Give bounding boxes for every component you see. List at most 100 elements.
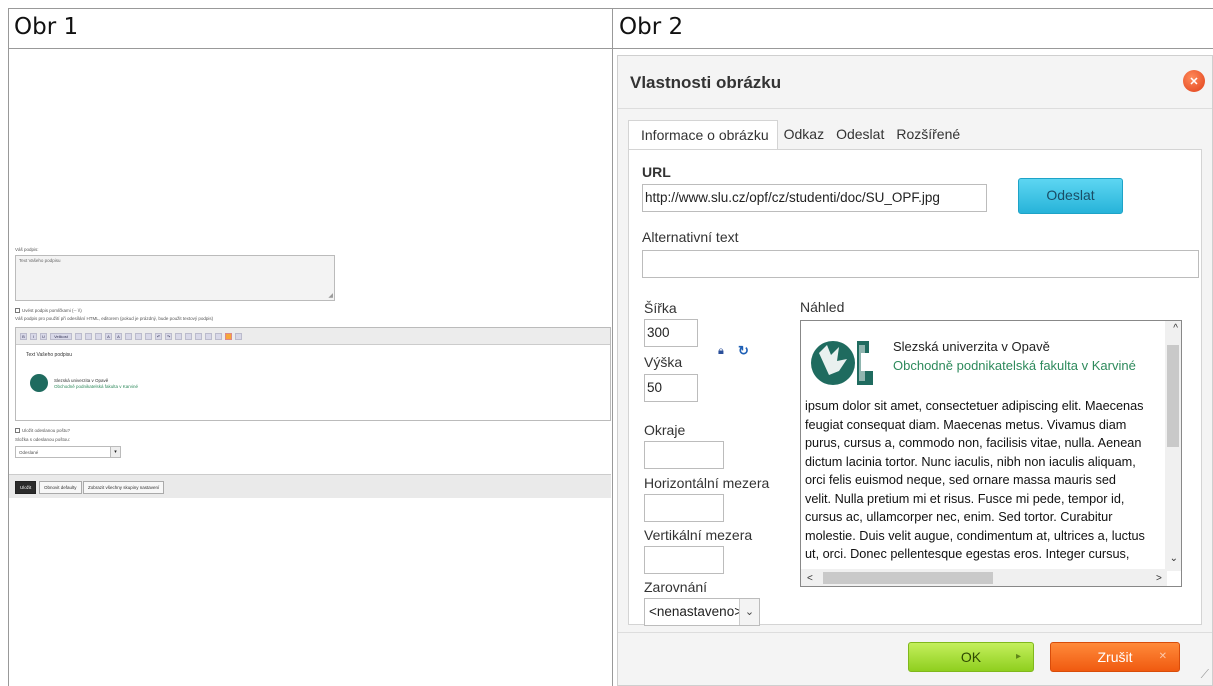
university-logo	[30, 374, 48, 392]
preview-text: ipsum dolor sit amet, consectetuer adipi…	[805, 397, 1171, 564]
ok-button[interactable]: OK ▸	[908, 642, 1034, 672]
align-right-icon[interactable]	[145, 332, 152, 340]
scroll-left-icon[interactable]: <	[807, 573, 813, 584]
separate-signature-label: Uvést podpis pomlčkami (-- \\)	[22, 308, 82, 313]
signature-textarea[interactable]: Text Vašeho podpisu ◢	[15, 255, 335, 301]
sent-folder-value: Odeslané	[19, 450, 39, 455]
redo-icon[interactable]: ↷	[165, 332, 172, 340]
link-icon[interactable]	[175, 332, 182, 340]
vertical-scroll-thumb[interactable]	[1167, 345, 1179, 447]
vspace-label: Vertikální mezera	[644, 527, 753, 543]
alt-text-input[interactable]	[642, 250, 1199, 278]
signature-label: Váš podpis:	[15, 247, 39, 252]
height-input[interactable]: 50	[644, 374, 698, 402]
text-color-icon[interactable]: A	[105, 332, 112, 340]
undo-icon[interactable]: ↶	[155, 332, 162, 340]
signature-textarea-value: Text Vašeho podpisu	[19, 258, 61, 263]
preview-university-name: Slezská univerzita v Opavě	[893, 339, 1050, 354]
align-label: Zarovnání	[644, 579, 708, 595]
html-signature-editor[interactable]: B I U Velikost A A ↶ ↷ Text Vašeho podpi…	[15, 327, 611, 421]
save-sent-checkbox[interactable]	[15, 428, 20, 433]
tab-link[interactable]: Odkaz	[778, 120, 830, 150]
column-header-obr2: Obr 2	[619, 14, 684, 40]
html-signature-hint: Váš podpis pro použití při odesílání HTM…	[15, 316, 214, 321]
chevron-down-icon: ▾	[110, 447, 120, 457]
preview-line: orci felis euismod neque, sed ornare mas…	[805, 473, 1116, 487]
align-select-value: <nenastaveno>	[649, 604, 743, 619]
preview-horizontal-scrollbar[interactable]	[801, 569, 1167, 586]
tab-image-info[interactable]: Informace o obrázku	[628, 120, 778, 150]
underline-icon[interactable]: U	[40, 332, 47, 340]
table-icon[interactable]	[205, 332, 212, 340]
preview-line: purus, cursus a, commodo non, facilisis …	[805, 436, 1142, 450]
lock-ratio-icon[interactable]: 🔒︎	[718, 345, 724, 358]
separate-signature-checkbox[interactable]	[15, 308, 20, 313]
arrow-right-icon: ▸	[1015, 651, 1021, 662]
font-size-select[interactable]: Velikost	[50, 332, 72, 340]
scroll-down-icon[interactable]: ⌄	[1170, 553, 1178, 564]
sent-folder-label: Složka s odeslanou poštou:	[15, 437, 71, 442]
send-button[interactable]: Odeslat	[1018, 178, 1123, 214]
bg-color-icon[interactable]: A	[115, 332, 122, 340]
vspace-input[interactable]	[644, 546, 724, 574]
reset-defaults-button[interactable]: Obnovit defaulty	[39, 481, 82, 494]
resize-grip-icon[interactable]: ⟋	[1201, 667, 1209, 682]
editor-heading: Text Vašeho podpisu	[26, 352, 73, 358]
close-small-icon: ✕	[1158, 651, 1167, 662]
preview-line: molestie. Duis velit augue, condimentum …	[805, 528, 1145, 543]
editor-toolbar: B I U Velikost A A ↶ ↷	[16, 328, 610, 345]
save-sent-label: Uložit odeslanou poštu?	[22, 428, 71, 433]
paste-icon[interactable]	[75, 332, 82, 340]
bold-icon[interactable]: B	[20, 332, 27, 340]
source-icon[interactable]	[235, 332, 242, 340]
show-all-groups-button[interactable]: Zobrazit všechny skupiny nastavení	[83, 481, 165, 494]
preview-line: ipsum dolor sit amet, consectetuer adipi…	[805, 399, 1144, 413]
ok-button-label: OK	[960, 649, 982, 665]
horizontal-scroll-thumb[interactable]	[823, 572, 993, 584]
height-label: Výška	[644, 354, 683, 370]
preview-faculty-name: Obchodně podnikatelská fakulta v Karviné	[893, 358, 1136, 373]
list-icon[interactable]	[85, 332, 92, 340]
preview-line: ut, orci. Donec pellentesque egestas ero…	[805, 547, 1130, 561]
preview-line: velit. Nulla pretium mi et risus. Fusce …	[805, 491, 1125, 506]
settings-action-bar: Uložit Obnovit defaulty Zobrazit všechny…	[9, 474, 611, 498]
close-icon[interactable]: ✕	[1183, 70, 1205, 92]
scroll-up-icon[interactable]: ^	[1173, 323, 1178, 334]
width-input[interactable]: 300	[644, 319, 698, 347]
preview-box[interactable]: Slezská univerzita v Opavě Obchodně podn…	[800, 320, 1182, 587]
italic-icon[interactable]: I	[30, 332, 37, 340]
smiley-icon[interactable]	[225, 332, 232, 340]
resize-grip-icon[interactable]: ◢	[328, 292, 333, 299]
save-button[interactable]: Uložit	[15, 481, 37, 494]
align-center-icon[interactable]	[135, 332, 142, 340]
unlink-icon[interactable]	[185, 332, 192, 340]
editor-university: Slezská univerzita v Opavě	[54, 378, 109, 383]
align-left-icon[interactable]	[125, 332, 132, 340]
hr-icon[interactable]	[215, 332, 222, 340]
scroll-right-icon[interactable]: >	[1156, 573, 1162, 584]
sent-folder-select[interactable]: Odeslané ▾	[15, 446, 121, 458]
cancel-button-label: Zrušit	[1097, 649, 1133, 665]
image-properties-dialog: Vlastnosti obrázku ✕ Informace o obrázku…	[617, 55, 1213, 686]
hspace-input[interactable]	[644, 494, 724, 522]
reset-size-icon[interactable]: ↻	[738, 343, 749, 359]
dialog-tabs: Informace o obrázku Odkaz Odeslat Rozšíř…	[628, 120, 966, 150]
editor-faculty: Obchodně podnikatelská fakulta v Karviné	[54, 384, 139, 389]
chevron-down-icon: ⌄	[739, 599, 759, 625]
dialog-title: Vlastnosti obrázku	[630, 73, 782, 92]
cancel-button[interactable]: Zrušit ✕	[1050, 642, 1180, 672]
align-select[interactable]: <nenastaveno> ⌄	[644, 598, 760, 626]
tab-advanced[interactable]: Rozšířené	[890, 120, 966, 150]
url-input[interactable]: http://www.slu.cz/opf/cz/studenti/doc/SU…	[642, 184, 987, 212]
header-divider	[8, 48, 1213, 49]
tab-upload[interactable]: Odeslat	[830, 120, 890, 150]
indent-icon[interactable]	[95, 332, 102, 340]
column-divider	[612, 8, 613, 686]
preview-vertical-scrollbar[interactable]	[1165, 321, 1181, 571]
image-icon[interactable]	[195, 332, 202, 340]
column-header-obr1: Obr 1	[14, 14, 79, 40]
preview-line: dictum lacinia tortor. Nunc iaculis, nib…	[805, 454, 1136, 469]
border-input[interactable]	[644, 441, 724, 469]
preview-line: feugiat consequat diam. Maecenas metus. …	[805, 417, 1127, 432]
url-label: URL	[642, 164, 671, 180]
